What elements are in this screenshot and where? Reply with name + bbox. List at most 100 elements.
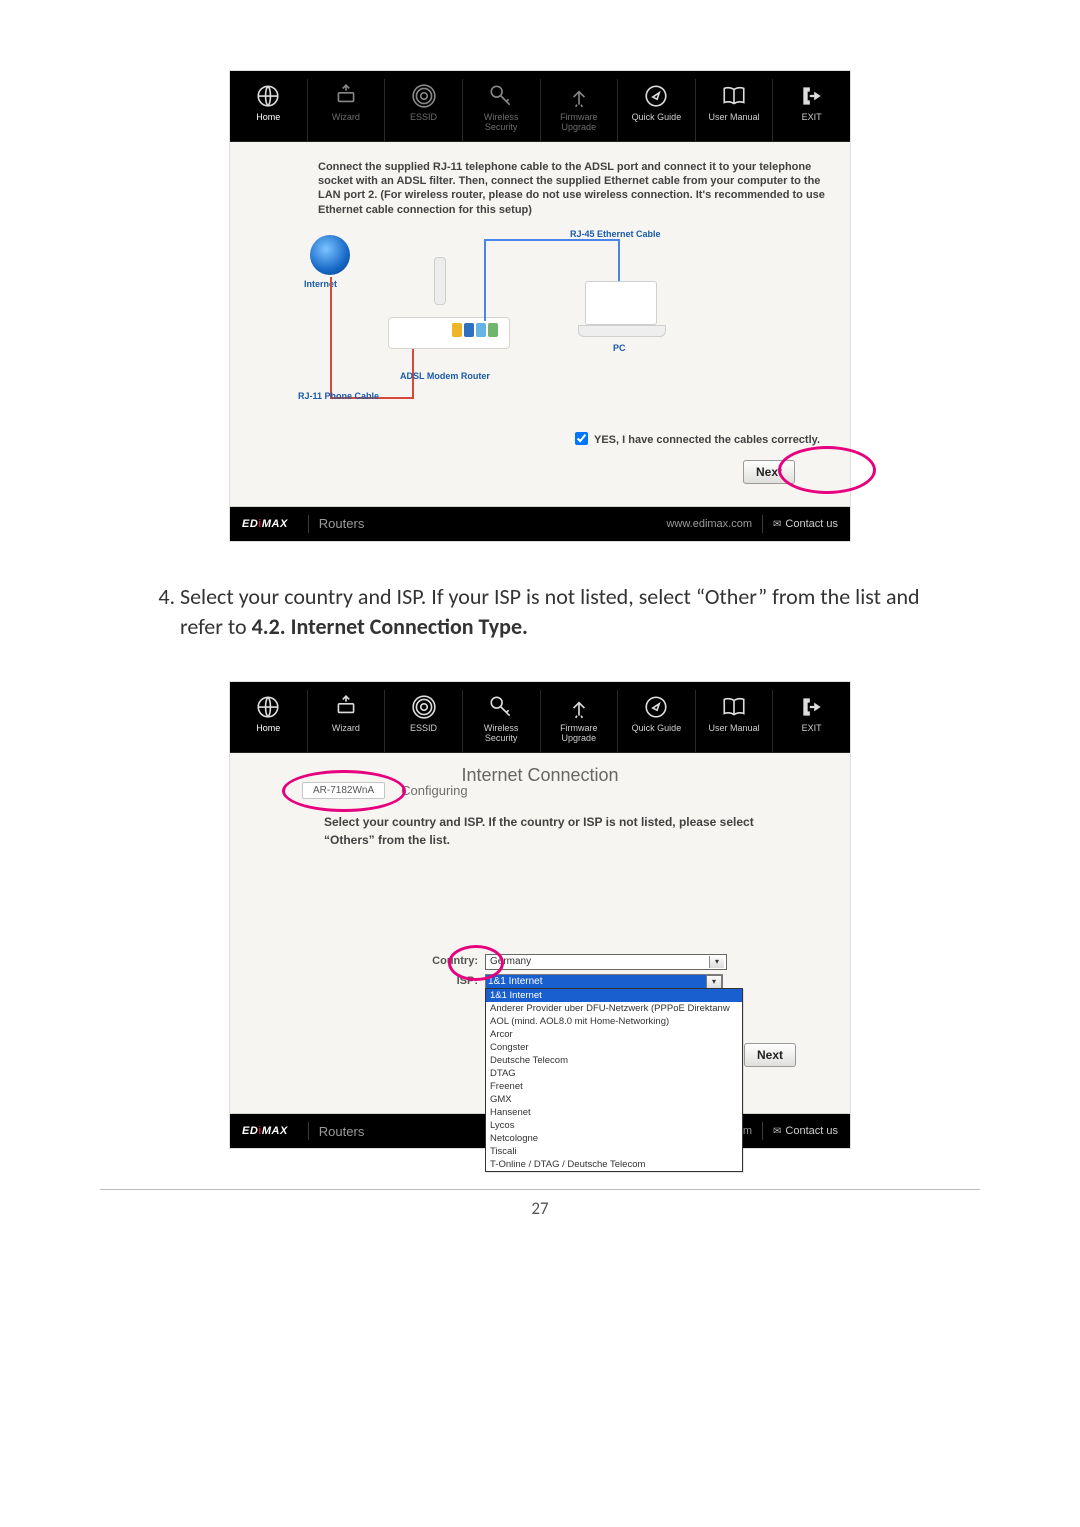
nav-wizard[interactable]: Wizard (308, 690, 386, 752)
country-select[interactable]: Germany ▾ (485, 954, 727, 970)
contact-us-link[interactable]: Contact us (773, 518, 838, 530)
nav-firmware-upgrade[interactable]: FirmwareUpgrade (541, 79, 619, 141)
label: Home (256, 723, 280, 733)
isp-option[interactable]: Congster (486, 1041, 742, 1054)
wizard-icon (333, 83, 359, 109)
cables-connected-checkbox[interactable] (575, 432, 588, 445)
instruction-text: Connect the supplied RJ-11 telephone cab… (318, 160, 826, 217)
upgrade-icon (566, 694, 592, 720)
next-button[interactable]: Next (743, 460, 795, 484)
label: EXIT (802, 723, 822, 733)
isp-option[interactable]: Freenet (486, 1080, 742, 1093)
page-number: 27 (100, 1189, 980, 1219)
nav-wireless-security[interactable]: WirelessSecurity (463, 79, 541, 141)
footer-bar: EDiMAX Routers www.edimax.com Contact us (230, 507, 850, 541)
nav-essid[interactable]: ESSID (385, 79, 463, 141)
nav-home[interactable]: Home (230, 79, 308, 141)
isp-label: ISP: (378, 975, 478, 987)
isp-option[interactable]: T-Online / DTAG / Deutsche Telecom (486, 1158, 742, 1171)
step-4-text: Select your country and ISP. If your ISP… (180, 582, 950, 641)
internet-label: Internet (304, 279, 337, 289)
nav-exit[interactable]: EXIT (773, 690, 850, 752)
label: WirelessSecurity (484, 112, 519, 132)
exit-icon (799, 83, 825, 109)
label: EXIT (802, 112, 822, 122)
globe-icon (255, 83, 281, 109)
globe-icon (255, 694, 281, 720)
isp-option[interactable]: Lycos (486, 1119, 742, 1132)
label: Wizard (332, 112, 360, 122)
label: ESSID (410, 723, 437, 733)
isp-option[interactable]: Arcor (486, 1028, 742, 1041)
footer-url[interactable]: www.edimax.com (666, 518, 752, 530)
brand-logo: EDiMAX (242, 518, 288, 530)
nav-user-manual[interactable]: User Manual (696, 79, 774, 141)
label: Wizard (332, 723, 360, 733)
nav-firmware-upgrade[interactable]: FirmwareUpgrade (541, 690, 619, 752)
key-icon (488, 694, 514, 720)
compass-icon (643, 694, 669, 720)
laptop-graphic (578, 281, 664, 337)
wizard-icon (333, 694, 359, 720)
label: ESSID (410, 112, 437, 122)
book-icon (721, 83, 747, 109)
label: Quick Guide (632, 112, 682, 122)
top-nav: Home Wizard ESSID WirelessSecurity (230, 682, 850, 753)
nav-essid[interactable]: ESSID (385, 690, 463, 752)
footer-category: Routers (319, 516, 365, 531)
brand-logo: EDiMAX (242, 1125, 288, 1137)
model-name: AR-7182WnA (302, 782, 385, 799)
isp-dropdown-list: 1&1 InternetAnderer Provider uber DFU-Ne… (485, 988, 743, 1172)
internet-globe-icon (310, 235, 350, 275)
isp-option[interactable]: Netcologne (486, 1132, 742, 1145)
country-label: Country: (378, 955, 478, 967)
pc-label: PC (613, 343, 626, 353)
exit-icon (799, 694, 825, 720)
router-label: ADSL Modem Router (400, 371, 490, 381)
nav-exit[interactable]: EXIT (773, 79, 850, 141)
footer-category: Routers (319, 1124, 365, 1139)
label: User Manual (709, 112, 760, 122)
isp-option[interactable]: 1&1 Internet (486, 989, 742, 1002)
nav-wizard[interactable]: Wizard (308, 79, 386, 141)
configuring-label: Configuring (401, 783, 468, 798)
screenshot-setup-cables: Home Wizard ESSID WirelessSecurity (229, 70, 851, 542)
compass-icon (643, 83, 669, 109)
antenna-icon (411, 694, 437, 720)
nav-user-manual[interactable]: User Manual (696, 690, 774, 752)
label: FirmwareUpgrade (560, 723, 598, 743)
label: Home (256, 112, 280, 122)
isp-option[interactable]: Tiscali (486, 1145, 742, 1158)
isp-option[interactable]: Anderer Provider uber DFU-Netzwerk (PPPo… (486, 1002, 742, 1015)
label: Quick Guide (632, 723, 682, 733)
isp-option[interactable]: DTAG (486, 1067, 742, 1080)
isp-hint-text: Select your country and ISP. If the coun… (254, 799, 826, 861)
rj11-label: RJ-11 Phone Cable (298, 391, 379, 401)
chevron-down-icon: ▾ (706, 975, 722, 989)
upgrade-icon (566, 83, 592, 109)
isp-select-value: 1&1 Internet (486, 975, 706, 989)
chevron-down-icon: ▾ (709, 956, 724, 968)
router-graphic (388, 257, 508, 347)
isp-option[interactable]: Hansenet (486, 1106, 742, 1119)
label: FirmwareUpgrade (560, 112, 598, 132)
isp-option[interactable]: Deutsche Telecom (486, 1054, 742, 1067)
country-select-value: Germany (488, 956, 709, 968)
top-nav: Home Wizard ESSID WirelessSecurity (230, 71, 850, 142)
book-icon (721, 694, 747, 720)
isp-option[interactable]: AOL (mind. AOL8.0 mit Home-Networking) (486, 1015, 742, 1028)
nav-quick-guide[interactable]: Quick Guide (618, 690, 696, 752)
contact-us-link[interactable]: Contact us (773, 1125, 838, 1137)
connection-diagram: Internet RJ-11 Phone Cable (298, 221, 826, 411)
cables-connected-label: YES, I have connected the cables correct… (594, 434, 820, 446)
antenna-icon (411, 83, 437, 109)
nav-wireless-security[interactable]: WirelessSecurity (463, 690, 541, 752)
key-icon (488, 83, 514, 109)
label: WirelessSecurity (484, 723, 519, 743)
isp-option[interactable]: GMX (486, 1093, 742, 1106)
nav-quick-guide[interactable]: Quick Guide (618, 79, 696, 141)
nav-home[interactable]: Home (230, 690, 308, 752)
rj45-label: RJ-45 Ethernet Cable (570, 229, 661, 239)
label: User Manual (709, 723, 760, 733)
next-button[interactable]: Next (744, 1043, 796, 1067)
